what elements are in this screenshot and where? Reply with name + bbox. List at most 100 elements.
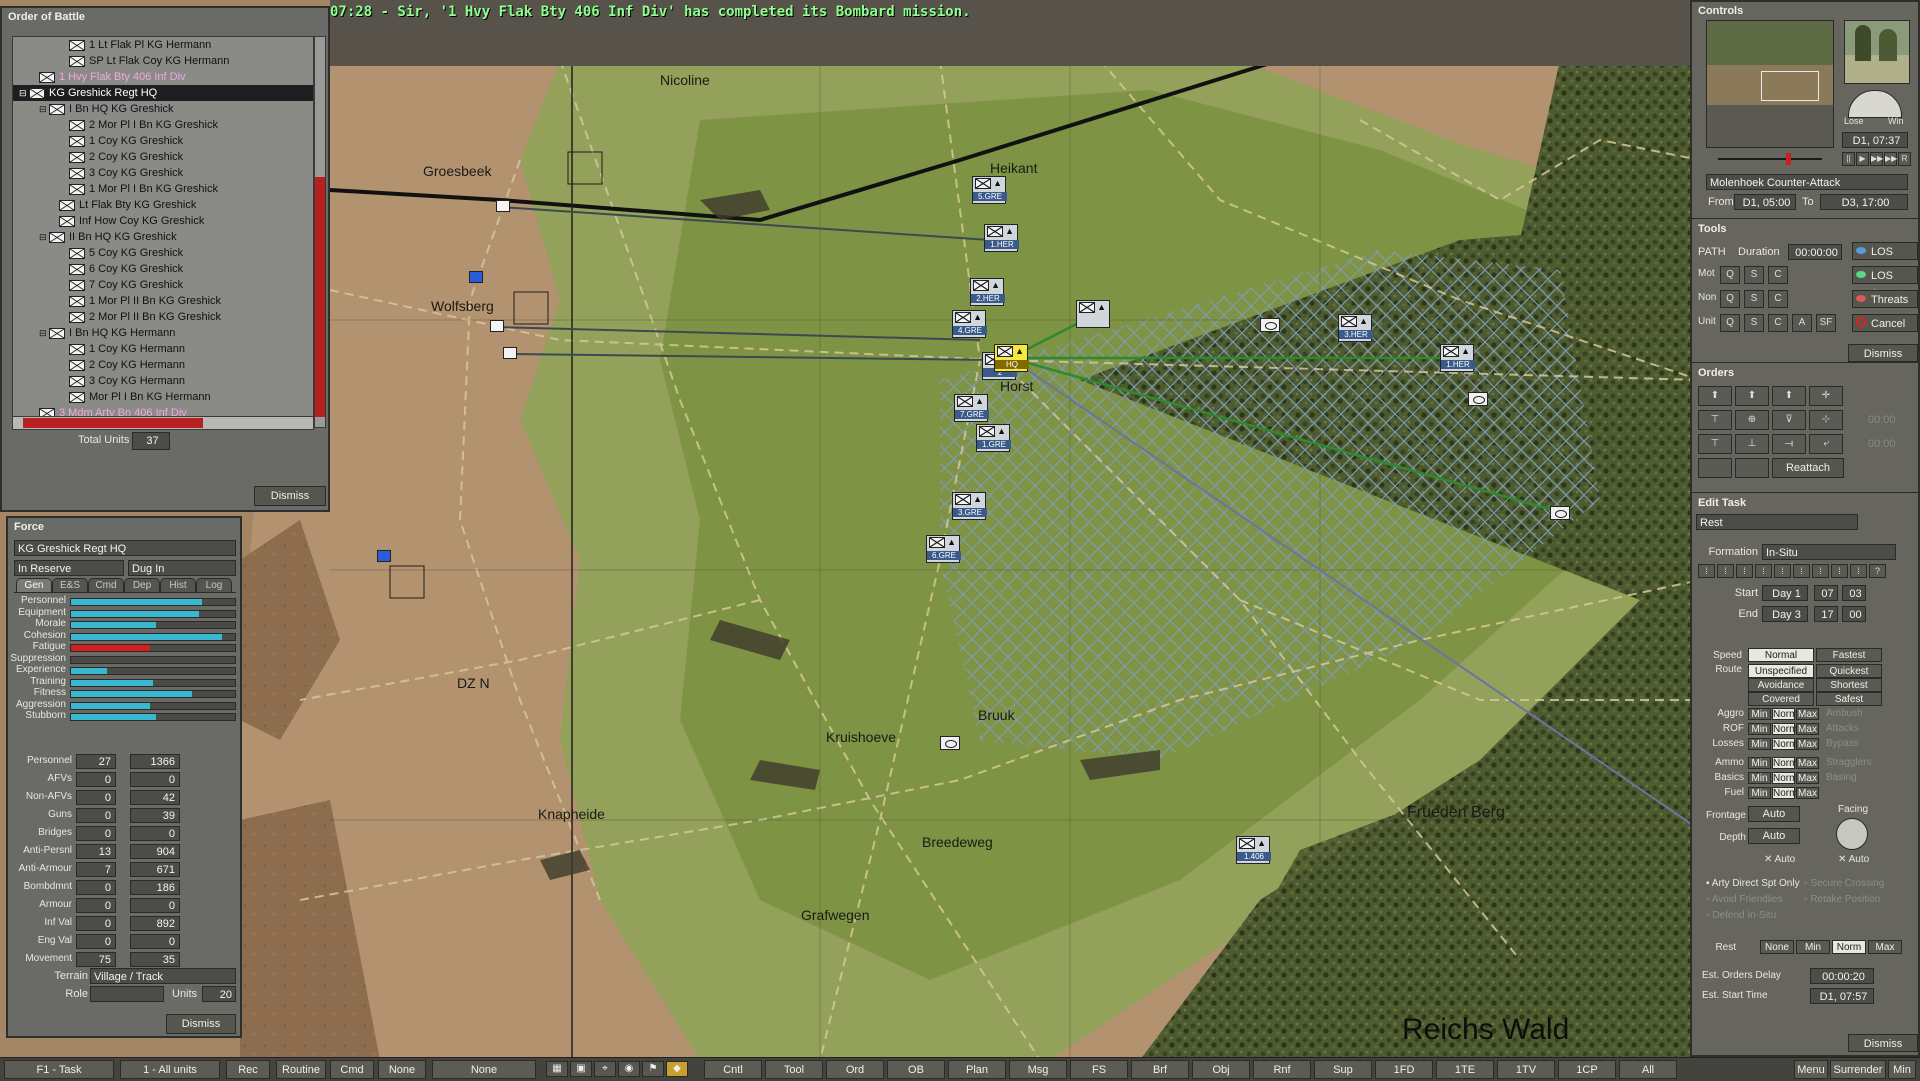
oob-tree-item[interactable]: 3 Coy KG Greshick [13, 165, 313, 181]
path-mode-button[interactable]: C [1768, 290, 1788, 308]
unit-counter-small[interactable] [1468, 392, 1488, 406]
route-option[interactable]: Quickest [1816, 664, 1882, 678]
oob-tree-item[interactable]: 1 Coy KG Greshick [13, 133, 313, 149]
formation-value[interactable]: In-Situ [1762, 544, 1896, 560]
order-button[interactable] [1735, 458, 1769, 478]
mnm-option[interactable]: Min [1748, 787, 1771, 799]
bottom-button[interactable]: F1 - Task [4, 1060, 114, 1079]
system-button[interactable]: Surrender [1830, 1060, 1886, 1079]
unit-counter-small[interactable] [940, 736, 960, 750]
unit-counter[interactable]: ▲ 6.GRE [926, 535, 961, 563]
grid-icon[interactable]: ▦ [546, 1061, 568, 1077]
unit-counter[interactable]: ▲ 3.GRE [952, 492, 987, 520]
mnm-option[interactable]: Min [1748, 723, 1771, 735]
unit-icon[interactable]: ▣ [570, 1061, 592, 1077]
mnm-option[interactable]: Min [1748, 708, 1771, 720]
unit-counter-small[interactable] [1260, 318, 1280, 332]
order-button[interactable]: ⊹ [1809, 410, 1843, 430]
bottom-button[interactable]: Msg [1009, 1060, 1067, 1079]
path-mode-button[interactable]: C [1768, 314, 1788, 332]
order-button[interactable]: ⊕ [1735, 410, 1769, 430]
path-mode-button[interactable]: Q [1720, 266, 1740, 284]
side-option[interactable]: Attacks [1826, 723, 1859, 734]
route-option[interactable]: Covered [1748, 692, 1814, 706]
expand-icon[interactable]: ⊟ [39, 229, 49, 245]
formation-option[interactable]: ? [1869, 564, 1886, 578]
depth-value[interactable]: Auto [1748, 828, 1800, 844]
flag-icon[interactable]: ⚑ [642, 1061, 664, 1077]
formation-option[interactable]: ⁞ [1793, 564, 1810, 578]
side-option[interactable]: Ambush [1826, 708, 1863, 719]
force-tab[interactable]: Dep [124, 578, 160, 593]
speed-option[interactable]: Normal [1748, 648, 1814, 662]
view-icon[interactable]: ◉ [618, 1061, 640, 1077]
oob-tree-item[interactable]: ⊟ I Bn HQ KG Hermann [13, 325, 313, 341]
side-option[interactable]: Bypass [1826, 738, 1859, 749]
oob-tree-item[interactable]: 1 Mor Pl I Bn KG Greshick [13, 181, 313, 197]
bottom-button[interactable]: 1 - All units [120, 1060, 220, 1079]
unit-counter[interactable]: ▲ 5.GRE [972, 176, 1007, 204]
oob-dismiss-button[interactable]: Dismiss [254, 486, 326, 506]
tools-dismiss-button[interactable]: Dismiss [1848, 344, 1918, 362]
reattach-button[interactable]: Reattach [1772, 458, 1844, 478]
bottom-button[interactable]: Rnf [1253, 1060, 1311, 1079]
bottom-button[interactable]: 1FD [1375, 1060, 1433, 1079]
oob-tree-item[interactable]: 2 Mor Pl II Bn KG Greshick [13, 309, 313, 325]
path-mode-button[interactable]: S [1744, 290, 1764, 308]
mnm-option[interactable]: Norm [1772, 757, 1797, 769]
formation-option[interactable]: ⁞ [1698, 564, 1715, 578]
frontage-value[interactable]: Auto [1748, 806, 1800, 822]
secure-crossing-checkbox[interactable]: ▫ Secure Crossing [1804, 878, 1884, 889]
scrollbar-thumb[interactable] [23, 418, 203, 428]
oob-tree-item[interactable]: Mor Pl I Bn KG Hermann [13, 389, 313, 405]
oob-tree-item[interactable]: ⊟ KG Greshick Regt HQ [13, 85, 313, 101]
bottom-button[interactable]: Cmd [330, 1060, 374, 1079]
unit-marker[interactable] [377, 550, 391, 562]
expand-icon[interactable]: ⊟ [19, 85, 29, 101]
bottom-button[interactable]: OB [887, 1060, 945, 1079]
playback-button[interactable]: || [1842, 152, 1855, 166]
path-mode-button[interactable]: A [1792, 314, 1812, 332]
order-button[interactable]: ⊤ [1698, 434, 1732, 454]
force-dismiss-button[interactable]: Dismiss [166, 1014, 236, 1034]
end-hour[interactable]: 17 [1814, 606, 1838, 622]
oob-tree-item[interactable]: ⊟ I Bn HQ KG Greshick [13, 101, 313, 117]
bottom-button[interactable]: 1TV [1497, 1060, 1555, 1079]
order-button[interactable]: ⬆ [1698, 386, 1732, 406]
mnm-option[interactable]: Norm [1772, 787, 1797, 799]
order-button[interactable]: ⬆ [1735, 386, 1769, 406]
oob-tree-item[interactable]: Lt Flak Bty KG Greshick [13, 197, 313, 213]
unit-counter[interactable]: ▲ 1.406 [1236, 836, 1271, 864]
unit-counter[interactable]: ▲ 1.HER [1440, 344, 1475, 372]
bottom-button[interactable]: FS [1070, 1060, 1128, 1079]
task-name[interactable]: Rest [1696, 514, 1858, 530]
unit-marker[interactable] [469, 271, 483, 283]
bottom-button[interactable]: All [1619, 1060, 1677, 1079]
oob-tree-item[interactable]: 2 Mor Pl I Bn KG Greshick [13, 117, 313, 133]
bottom-button[interactable]: 1CP [1558, 1060, 1616, 1079]
start-hour[interactable]: 07 [1814, 585, 1838, 601]
unit-marker[interactable] [503, 347, 517, 359]
bottom-button[interactable]: None [378, 1060, 426, 1079]
oob-tree-item[interactable]: 3 Coy KG Hermann [13, 373, 313, 389]
force-tab[interactable]: Gen [16, 578, 52, 593]
side-option[interactable]: Basing [1826, 772, 1857, 783]
mnm-option[interactable]: Max [1796, 757, 1819, 769]
expand-icon[interactable]: ⊟ [39, 325, 49, 341]
bottom-button[interactable]: Tool [765, 1060, 823, 1079]
oob-tree-item[interactable]: 1 Mor Pl II Bn KG Greshick [13, 293, 313, 309]
formation-option[interactable]: ⁞ [1755, 564, 1772, 578]
unit-counter[interactable]: ▲ 7.GRE [954, 394, 989, 422]
order-button[interactable]: ⊤ [1698, 410, 1732, 430]
unit-counter[interactable]: ▲ 1.GRE [976, 424, 1011, 452]
rest-option[interactable]: None [1760, 940, 1794, 954]
system-button[interactable]: Menu [1794, 1060, 1828, 1079]
avoid-friendlies-checkbox[interactable]: ▫ Avoid Friendlies [1706, 894, 1783, 905]
mnm-option[interactable]: Min [1748, 772, 1771, 784]
path-mode-button[interactable]: C [1768, 266, 1788, 284]
formation-option[interactable]: ⁞ [1736, 564, 1753, 578]
oob-tree-item[interactable]: Inf How Coy KG Greshick [13, 213, 313, 229]
oob-tree-item[interactable]: 1 Coy KG Hermann [13, 341, 313, 357]
time-slider[interactable] [1706, 152, 1836, 166]
playback-button[interactable]: ▶▶ [1870, 152, 1883, 166]
